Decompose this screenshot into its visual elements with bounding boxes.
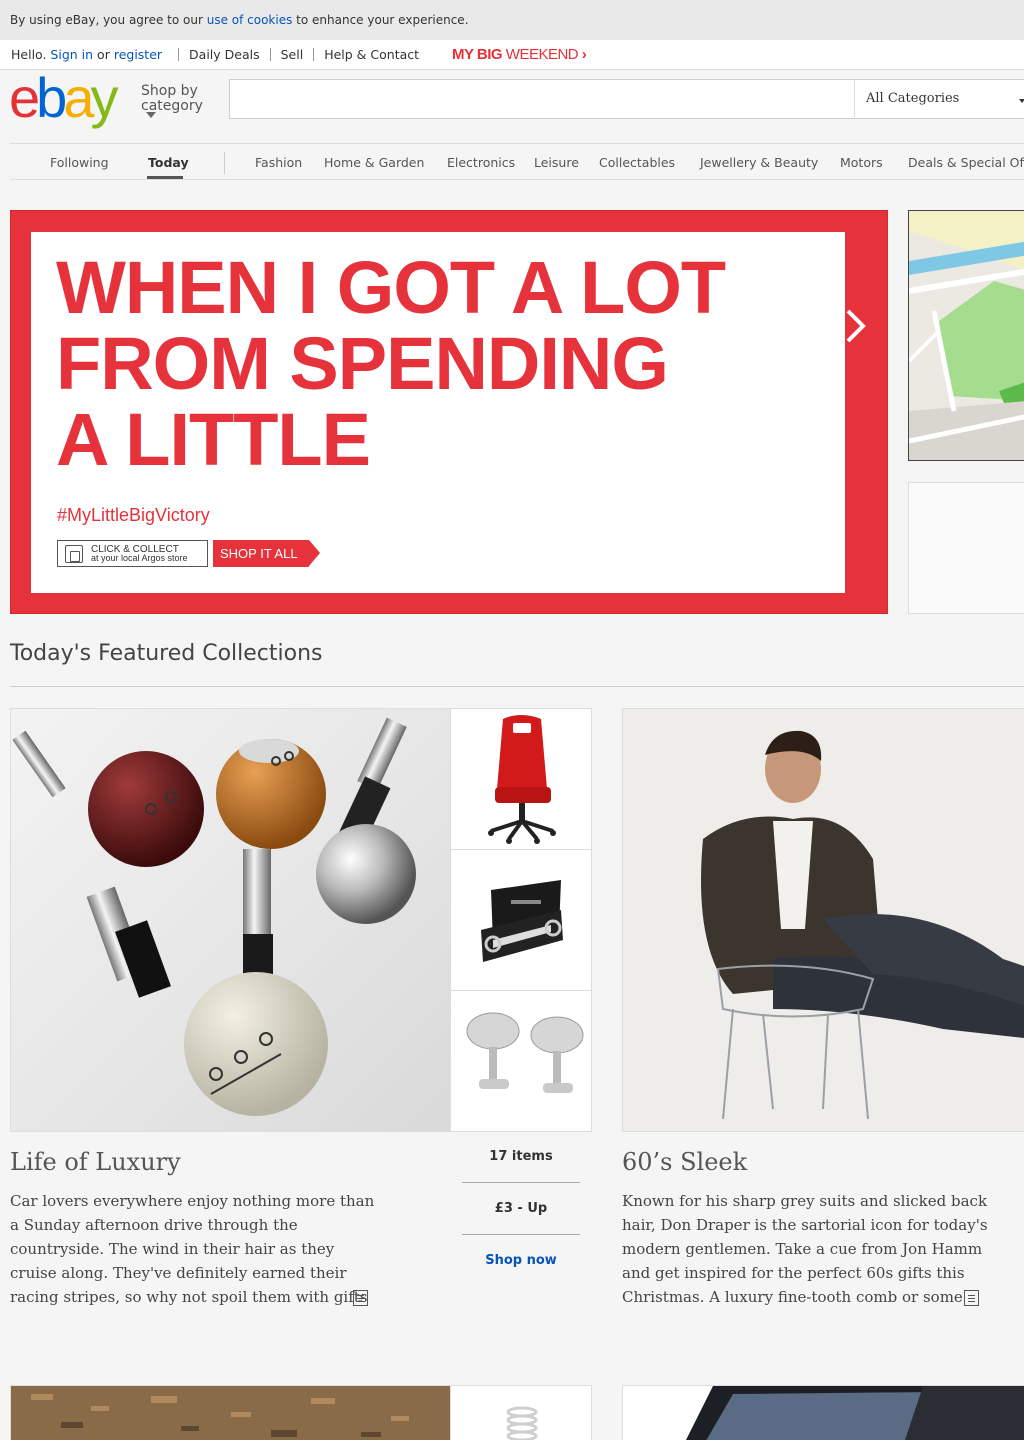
- hero-hashtag: #MyLittleBigVictory: [57, 505, 210, 525]
- gear-knob-bottle-stoppers-image[interactable]: [10, 708, 451, 1132]
- category-select-value: All Categories: [866, 91, 960, 106]
- click-collect-badge: CLICK & COLLECT at your local Argos stor…: [57, 540, 208, 567]
- tab-fashion[interactable]: Fashion: [255, 155, 302, 170]
- man-in-chair-photo: [623, 709, 1024, 1131]
- thumb-cufflinks[interactable]: [450, 990, 592, 1132]
- divider: [313, 48, 315, 61]
- wood-chips-photo: [11, 1386, 450, 1440]
- or-text: or: [97, 47, 110, 62]
- collection-image[interactable]: [622, 1385, 1024, 1440]
- section-divider: [10, 686, 1024, 687]
- collection-title[interactable]: 60’s Sleek: [622, 1148, 747, 1176]
- logo-letter: a: [63, 66, 94, 129]
- product-photo: [12, 717, 416, 1116]
- chevron-right-icon: ›: [581, 46, 587, 63]
- logo-letter: b: [36, 66, 67, 129]
- chevron-down-icon: [1019, 99, 1024, 103]
- sign-in-link[interactable]: Sign in: [50, 47, 93, 62]
- sell-link[interactable]: Sell: [281, 47, 304, 62]
- hero-banner[interactable]: WHEN I GOT A LOT FROM SPENDING A LITTLE …: [10, 210, 888, 614]
- shop-by-category-button[interactable]: Shop by category: [141, 83, 203, 118]
- section-title: Today's Featured Collections: [10, 641, 323, 666]
- category-select[interactable]: All Categories: [854, 79, 1024, 119]
- divider: [462, 1234, 580, 1235]
- tab-electronics[interactable]: Electronics: [447, 155, 515, 170]
- side-ad-placeholder: [908, 482, 1024, 614]
- collection-image[interactable]: [10, 1385, 451, 1440]
- cookie-policy-link[interactable]: use of cookies: [207, 13, 293, 27]
- help-contact-link[interactable]: Help & Contact: [324, 47, 419, 62]
- tab-today[interactable]: Today: [148, 155, 189, 170]
- racing-chair-image: [488, 715, 556, 844]
- thumb-spanner-gift[interactable]: [450, 849, 592, 991]
- shopping-bag-icon: [65, 545, 83, 563]
- collection-description: Car lovers everywhere enjoy nothing more…: [10, 1192, 375, 1306]
- divider: [269, 48, 271, 61]
- item-count: 17 items: [489, 1149, 553, 1164]
- tab-following[interactable]: Following: [50, 155, 109, 170]
- caret-down-icon: [146, 112, 156, 118]
- register-link[interactable]: register: [114, 47, 162, 62]
- logo-letter: e: [9, 66, 40, 129]
- cc-line2: at your local Argos store: [91, 553, 188, 563]
- tab-home-garden[interactable]: Home & Garden: [324, 155, 424, 170]
- greeting: Hello.: [11, 47, 47, 62]
- tab-deals[interactable]: Deals & Special Off: [908, 155, 1024, 170]
- thumb-racing-chair[interactable]: [450, 708, 592, 850]
- tab-jewellery-beauty[interactable]: Jewellery & Beauty: [700, 155, 818, 170]
- divider: [462, 1182, 580, 1183]
- collection-thumb[interactable]: [450, 1385, 592, 1440]
- top-nav: Hello. Sign in or register Daily Deals S…: [0, 40, 1024, 70]
- my-big-weekend-promo[interactable]: MY BIG WEEKEND ›: [452, 46, 587, 63]
- read-more-icon[interactable]: [964, 1290, 979, 1306]
- cookie-text-post: to enhance your experience.: [292, 13, 469, 27]
- shop-by-label: Shop by: [141, 83, 198, 99]
- divider: [178, 48, 180, 61]
- cookie-notice: By using eBay, you agree to our use of c…: [0, 0, 1024, 40]
- sixties-sleek-image[interactable]: [622, 708, 1024, 1132]
- category-nav: Following Today Fashion Home & Garden El…: [10, 143, 1024, 180]
- light-bulb-image: [506, 1406, 538, 1440]
- chevron-right-icon[interactable]: [845, 309, 867, 343]
- ebay-logo[interactable]: ebay: [9, 70, 118, 126]
- map-image[interactable]: [908, 210, 1024, 461]
- daily-deals-link[interactable]: Daily Deals: [189, 47, 260, 62]
- search-input[interactable]: [229, 79, 855, 119]
- tab-motors[interactable]: Motors: [840, 155, 883, 170]
- collection-title[interactable]: Life of Luxury: [10, 1148, 181, 1176]
- hero-title: WHEN I GOT A LOT FROM SPENDING A LITTLE: [56, 246, 726, 481]
- map-illustration: [909, 211, 1024, 460]
- promo-bold: MY BIG: [452, 46, 503, 63]
- shop-it-all-button[interactable]: SHOP IT ALL: [213, 540, 320, 567]
- divider: [224, 152, 225, 174]
- spanner-gift-box-image: [481, 880, 563, 962]
- price-range: £3 - Up: [494, 1201, 548, 1216]
- collection-description: Known for his sharp grey suits and slick…: [622, 1192, 988, 1306]
- tab-leisure[interactable]: Leisure: [534, 155, 579, 170]
- tab-collectables[interactable]: Collectables: [599, 155, 675, 170]
- smartphones-photo: [623, 1386, 1024, 1440]
- read-more-icon[interactable]: [353, 1290, 368, 1306]
- active-tab-indicator: [147, 176, 183, 179]
- logo-letter: y: [90, 66, 118, 129]
- cookie-text-pre: By using eBay, you agree to our: [10, 13, 207, 27]
- promo-thin: WEEKEND: [505, 46, 579, 63]
- shop-now-link[interactable]: Shop now: [462, 1253, 580, 1268]
- cufflinks-image: [466, 1012, 584, 1093]
- hero-inner-panel: WHEN I GOT A LOT FROM SPENDING A LITTLE …: [31, 232, 845, 593]
